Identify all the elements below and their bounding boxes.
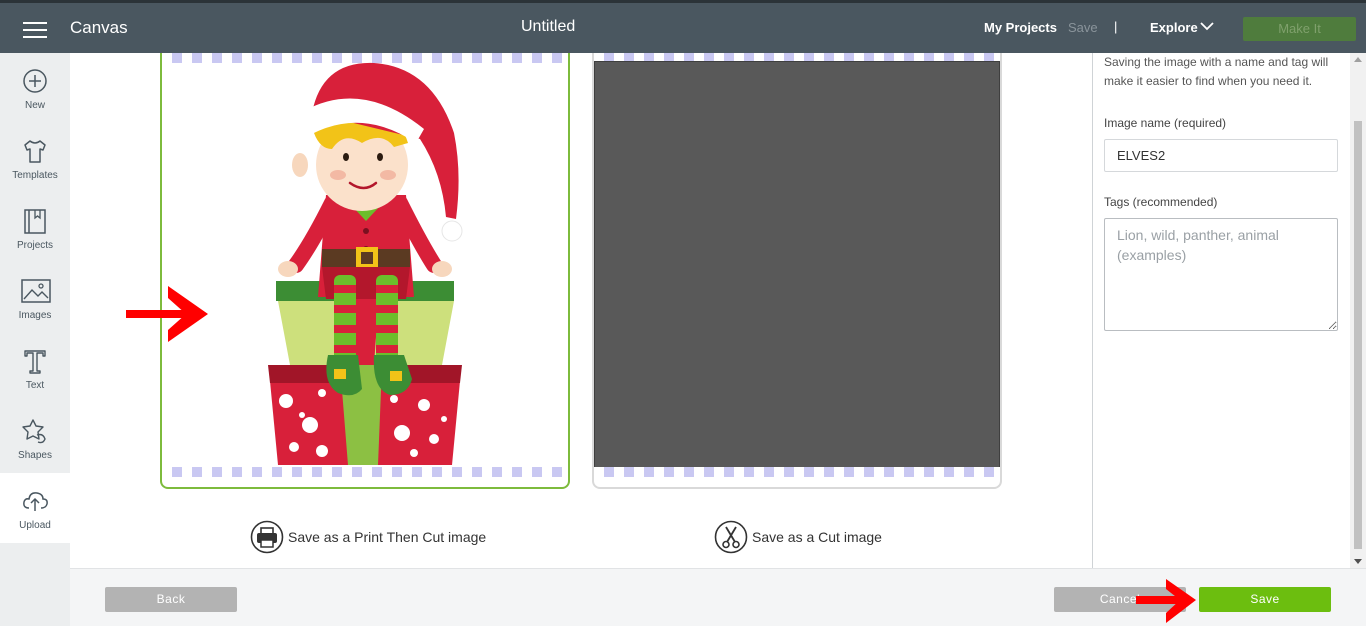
header-save-link[interactable]: Save: [1068, 20, 1098, 35]
chevron-down-icon[interactable]: [1200, 21, 1214, 31]
cut-image-silhouette: [594, 61, 1000, 469]
tags-label: Tags (recommended): [1104, 195, 1218, 209]
tshirt-icon: [24, 140, 46, 163]
sidebar-item-label: Shapes: [18, 450, 52, 461]
tags-textarea[interactable]: [1104, 218, 1338, 331]
scroll-thumb[interactable]: [1354, 121, 1362, 549]
sidebar-item-label: Templates: [12, 170, 58, 181]
sidebar-item-label: Upload: [19, 520, 51, 531]
cut-image-label: Save as a Cut image: [752, 529, 882, 545]
panel-info-text: Saving the image with a name and tag wil…: [1104, 55, 1329, 88]
print-then-cut-label: Save as a Print Then Cut image: [288, 529, 487, 545]
sidebar-item-projects[interactable]: Projects: [0, 193, 70, 263]
shapes-icon: [22, 419, 46, 444]
cut-image-preview[interactable]: [592, 53, 1002, 489]
save-details-panel: Saving the image with a name and tag wil…: [1092, 53, 1350, 568]
scroll-up-arrow-icon[interactable]: [1354, 57, 1362, 62]
transparency-checker: [594, 467, 1000, 477]
sidebar-item-new[interactable]: New: [0, 53, 70, 123]
hamburger-menu-icon[interactable]: [23, 22, 47, 40]
make-it-button[interactable]: Make It: [1243, 17, 1356, 41]
sidebar-item-upload[interactable]: Upload: [0, 473, 70, 543]
left-sidebar: New Templates Projects Images Text Shape…: [0, 53, 70, 626]
scissors-icon: [714, 520, 748, 554]
plus-circle-icon: [23, 69, 47, 93]
image-icon: [21, 279, 51, 303]
image-name-input[interactable]: [1104, 139, 1338, 172]
annotation-arrow-icon: [126, 286, 208, 342]
main-area: Save as a Print Then Cut image Save as a…: [70, 53, 1092, 568]
my-projects-link[interactable]: My Projects: [984, 20, 1057, 35]
app-title: Canvas: [70, 18, 128, 37]
print-then-cut-option[interactable]: Save as a Print Then Cut image: [250, 520, 486, 554]
top-bar: Canvas Untitled My Projects Save | Explo…: [0, 0, 1366, 53]
back-button[interactable]: Back: [105, 587, 237, 612]
explore-menu[interactable]: Explore: [1150, 20, 1198, 35]
sidebar-item-label: Projects: [16, 240, 54, 251]
sidebar-item-templates[interactable]: Templates: [0, 123, 70, 193]
sidebar-item-images[interactable]: Images: [0, 263, 70, 333]
sidebar-item-label: New: [24, 100, 45, 111]
annotation-arrow-icon: [1136, 579, 1196, 623]
text-t-icon: [24, 350, 46, 374]
save-button[interactable]: Save: [1199, 587, 1331, 612]
sidebar-item-label: Text: [25, 380, 45, 391]
image-name-label: Image name (required): [1104, 116, 1227, 130]
transparency-checker: [162, 467, 568, 477]
elf-illustration: [268, 62, 463, 465]
document-title: Untitled: [521, 18, 576, 35]
panel-scrollbar[interactable]: [1350, 53, 1366, 568]
printer-icon: [250, 520, 284, 554]
sidebar-item-text[interactable]: Text: [0, 333, 70, 403]
nav-separator: |: [1114, 19, 1118, 34]
cloud-upload-icon: [23, 492, 48, 511]
cut-image-option[interactable]: Save as a Cut image: [714, 520, 882, 554]
sidebar-item-label: Images: [18, 310, 52, 321]
scroll-down-arrow-icon[interactable]: [1354, 559, 1362, 564]
print-then-cut-preview[interactable]: [160, 53, 570, 489]
sidebar-item-shapes[interactable]: Shapes: [0, 403, 70, 473]
notebook-icon: [24, 209, 46, 234]
